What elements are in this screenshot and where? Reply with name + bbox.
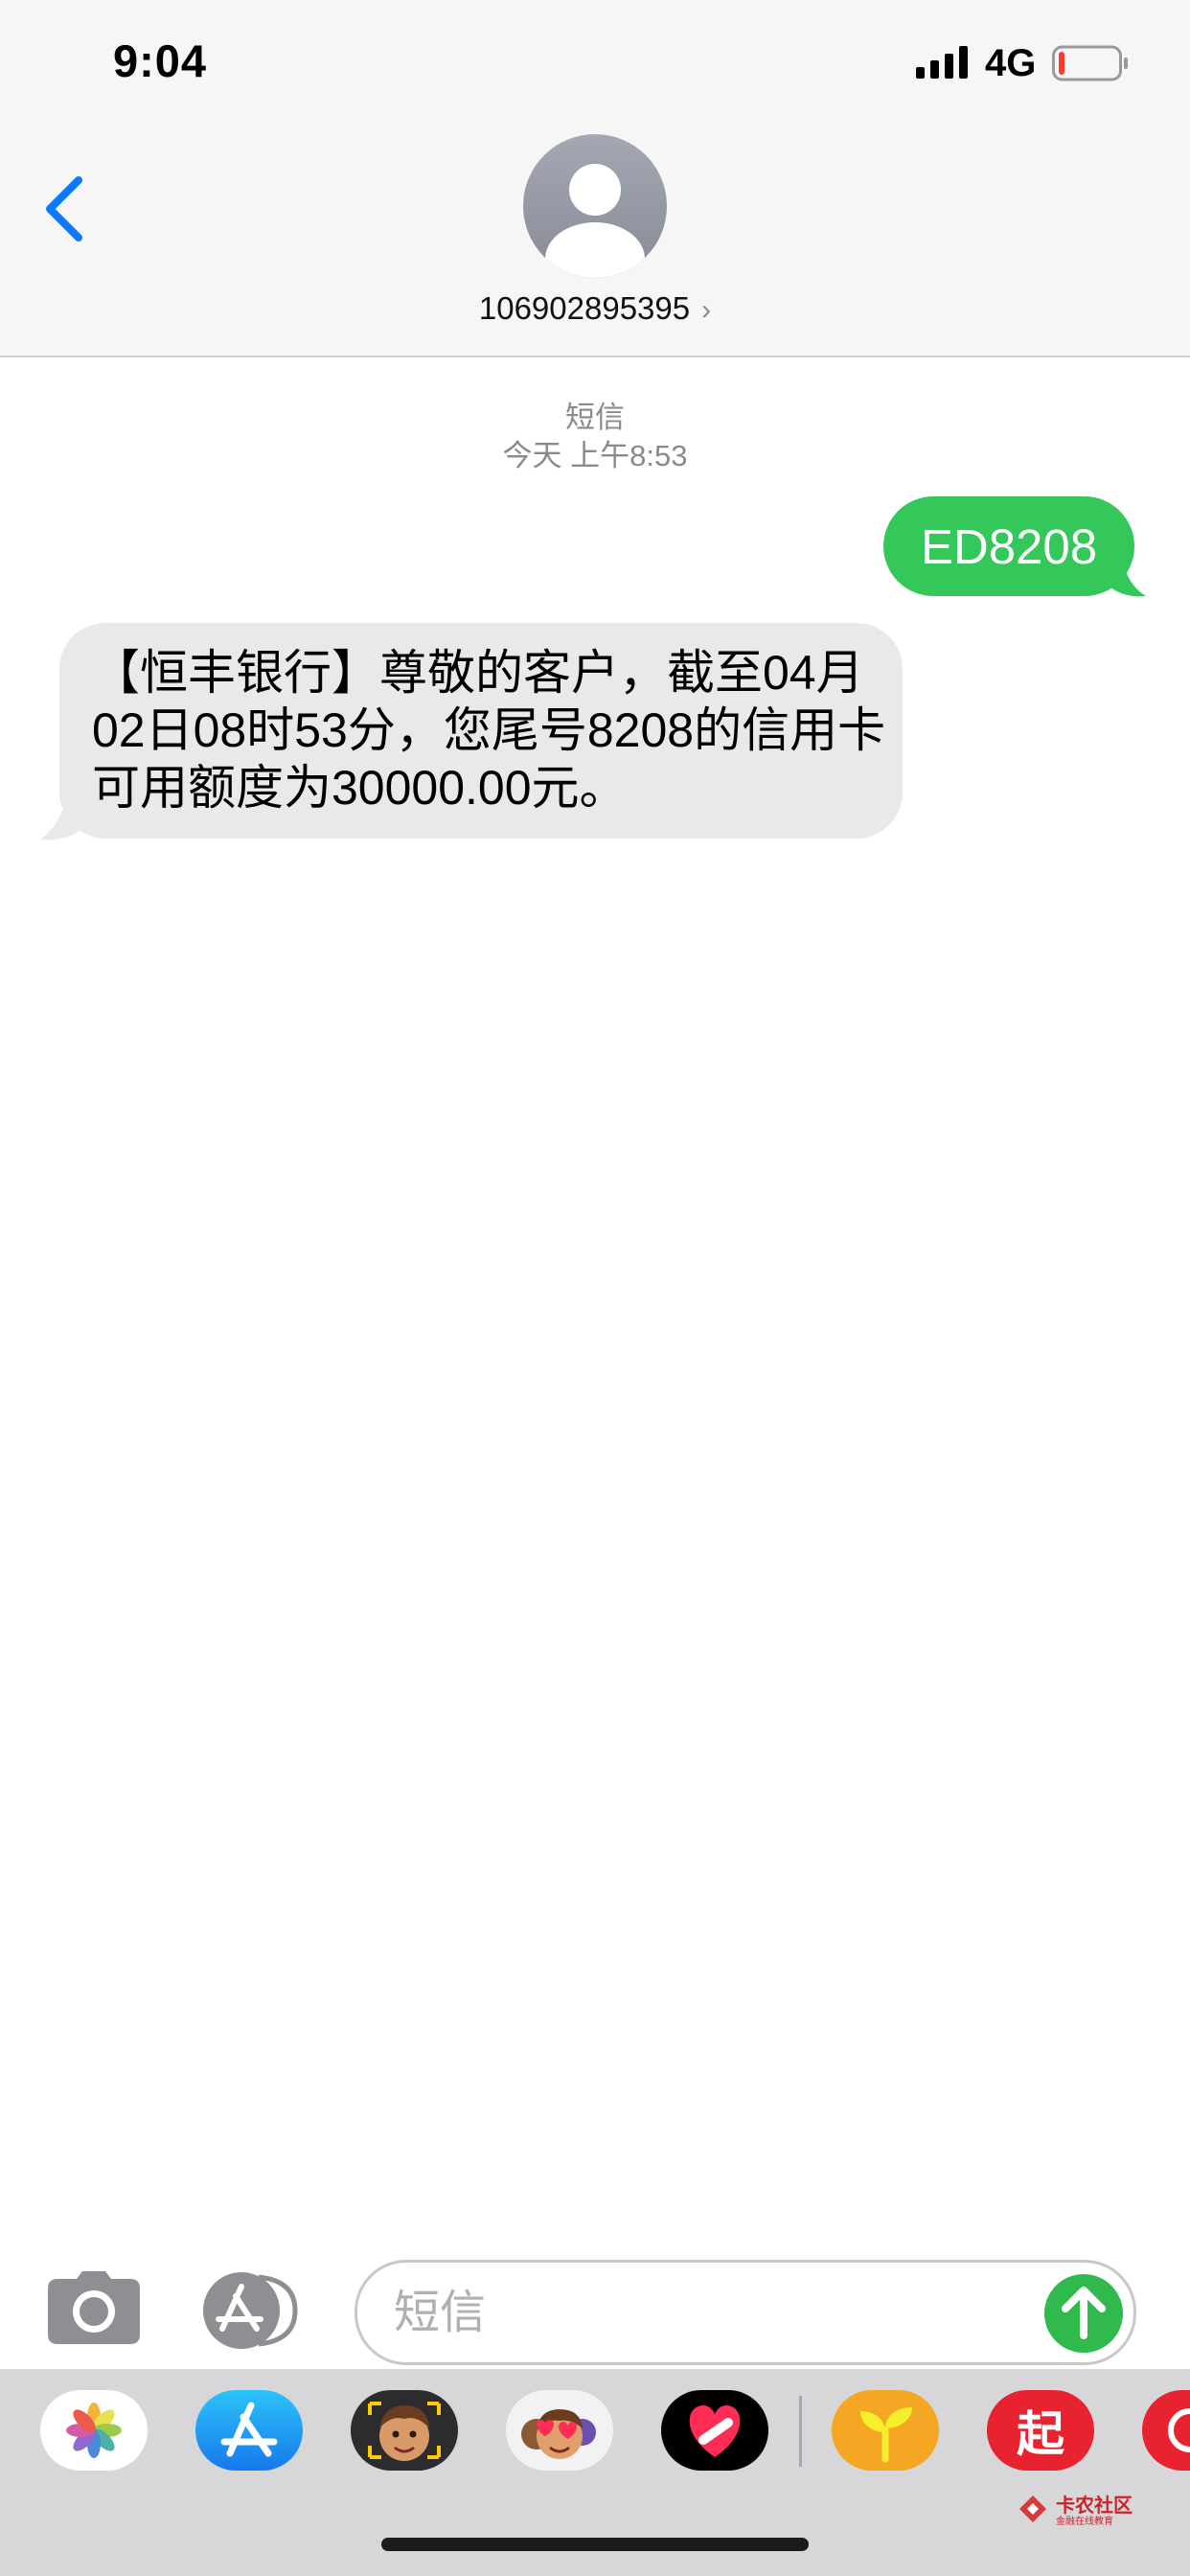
incoming-message-text: 【恒丰银行】尊敬的客户，截至04月02日08时53分，您尾号8208的信用卡可用…: [92, 646, 886, 815]
memoji-face-icon: [368, 2402, 441, 2461]
back-chevron-icon[interactable]: [42, 174, 88, 243]
watermark-subtext: 金融在线教育: [1056, 2517, 1113, 2527]
watermark: 卡农社区 金融在线教育: [1016, 2490, 1140, 2530]
network-type: 4G: [985, 42, 1037, 84]
chevron-right-icon: ›: [701, 294, 712, 326]
partial-app-icon[interactable]: [1142, 2390, 1190, 2471]
battery-level: [1059, 52, 1064, 75]
drawer-divider: [799, 2396, 802, 2467]
sprout-icon[interactable]: [832, 2390, 939, 2471]
cellular-signal-icon: [916, 46, 968, 79]
memoji-stickers-icon[interactable]: [506, 2390, 613, 2471]
app-store-glyph-icon: [220, 2402, 278, 2457]
message-timestamp: 今天 上午8:53: [502, 439, 688, 472]
home-indicator: [381, 2538, 809, 2551]
app-store-icon[interactable]: [199, 2271, 307, 2350]
status-time: 9:04: [113, 35, 208, 86]
watermark-logo-icon: [1019, 2496, 1046, 2522]
message-field[interactable]: [355, 2260, 1136, 2365]
photos-icon[interactable]: [40, 2390, 148, 2471]
contact-avatar[interactable]: [523, 134, 667, 278]
outgoing-message-text: ED8208: [920, 518, 1098, 574]
send-button[interactable]: [1044, 2274, 1123, 2353]
memoji-icon[interactable]: [351, 2390, 458, 2471]
service-label: 短信: [565, 401, 625, 434]
digital-touch-icon[interactable]: [661, 2390, 768, 2471]
message-input[interactable]: [392, 2280, 1009, 2345]
partial-app-glyph-icon: [1168, 2408, 1190, 2452]
arrow-up-icon: [1062, 2287, 1106, 2339]
contact-number: 106902895395: [478, 290, 691, 326]
outgoing-bubble-tail: [1108, 548, 1146, 597]
sprout-glyph-icon: [860, 2407, 912, 2463]
conversation-header: 9:04 4G 106902895395 ›: [0, 0, 1190, 357]
photos-flower-icon: [66, 2403, 122, 2458]
outgoing-message-bubble[interactable]: ED8208: [883, 496, 1134, 596]
person-avatar-icon: [545, 164, 645, 278]
incoming-message-bubble[interactable]: 【恒丰银行】尊敬的客户，截至04月02日08时53分，您尾号8208的信用卡可用…: [59, 623, 903, 839]
qi-app-label: 起: [1017, 2406, 1064, 2462]
qi-app-icon[interactable]: 起: [987, 2390, 1094, 2471]
battery-icon: [1052, 45, 1128, 81]
camera-icon[interactable]: [48, 2271, 140, 2344]
contact-title[interactable]: 106902895395 ›: [0, 290, 1190, 327]
app-store-drawer-icon[interactable]: [195, 2390, 303, 2471]
heart-icon: [689, 2405, 741, 2457]
memoji-stickers-face-icon: [521, 2409, 596, 2459]
